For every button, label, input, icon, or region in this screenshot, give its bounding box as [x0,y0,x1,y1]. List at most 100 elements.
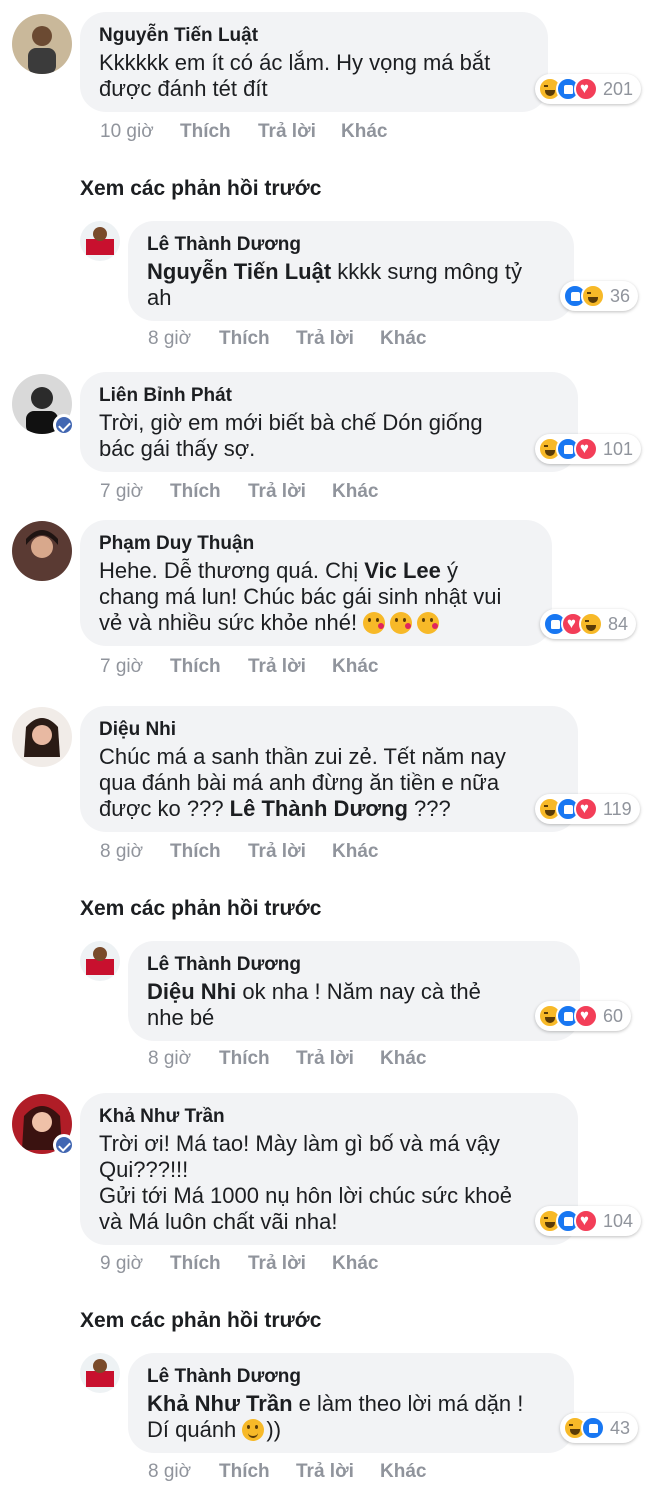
comment-actions: 10 giờ Thích Trả lời Khác [100,121,387,143]
comment-bubble: Khả Như Trần Trời ơi! Má tao! Mày làm gì… [80,1093,578,1245]
mention-link[interactable]: Diệu Nhi [147,979,236,1004]
comment-text: Chúc má a sanh thần zui zẻ. Tết năm nay … [99,744,506,821]
reaction-summary[interactable]: 119 [535,794,640,824]
love-reaction-icon [574,437,598,461]
comment-author[interactable]: Phạm Duy Thuận [99,532,532,556]
reaction-count: 201 [603,78,634,99]
comment-time[interactable]: 7 giờ [100,481,170,503]
avatar[interactable] [12,521,72,581]
reply-button[interactable]: Trả lời [258,121,341,143]
kissing-face-emoji-icon [390,612,413,634]
comment-time[interactable]: 8 giờ [148,328,219,350]
verified-badge-icon [53,414,75,436]
like-button[interactable]: Thích [170,841,248,863]
more-button[interactable]: Khác [332,481,378,503]
comment-bubble: Lê Thành Dương Diệu Nhi ok nha ! Năm nay… [128,941,580,1041]
comment-bubble: Liên Bỉnh Phát Trời, giờ em mới biết bà … [80,372,578,472]
reaction-summary[interactable]: 84 [540,609,637,639]
comment-time[interactable]: 9 giờ [100,1253,170,1275]
comment-time[interactable]: 7 giờ [100,656,170,678]
comment-text: Kkkkkk em ít có ác lắm. Hy vọng má bắt đ… [99,50,491,101]
mention-link[interactable]: Khả Như Trần [147,1391,293,1416]
view-previous-replies[interactable]: Xem các phản hồi trước [80,177,321,201]
comment-author[interactable]: Lê Thành Dương [147,1365,554,1389]
comment-text: Diệu Nhi ok nha ! Năm nay cà thẻ nhe bé [147,979,481,1030]
comment-time[interactable]: 8 giờ [148,1461,219,1483]
love-reaction-icon [574,1004,598,1028]
love-reaction-icon [574,797,598,821]
reaction-count: 60 [603,1005,624,1026]
haha-reaction-icon [581,284,605,308]
like-button[interactable]: Thích [219,1048,296,1070]
reply-button[interactable]: Trả lời [296,1461,380,1483]
like-button[interactable]: Thích [219,328,296,350]
comment-author[interactable]: Liên Bỉnh Phát [99,384,558,408]
comment-author[interactable]: Khả Như Trần [99,1105,558,1129]
comment-bubble: Phạm Duy Thuận Hehe. Dễ thương quá. Chị … [80,520,552,646]
kissing-face-emoji-icon [363,612,386,634]
reaction-count: 104 [603,1210,634,1231]
comment-text: Trời ơi! Má tao! Mày làm gì bố và má vậy… [99,1131,512,1234]
reply-button[interactable]: Trả lời [248,656,332,678]
comment-author[interactable]: Lê Thành Dương [147,953,560,977]
reaction-summary[interactable]: 201 [535,74,642,104]
avatar[interactable] [12,14,72,74]
reaction-summary[interactable]: 104 [535,1206,642,1236]
reaction-summary[interactable]: 101 [535,434,642,464]
reaction-summary[interactable]: 36 [560,281,639,311]
like-button[interactable]: Thích [219,1461,296,1483]
comment-text: Trời, giờ em mới biết bà chế Dón giống b… [99,410,483,461]
reaction-count: 36 [610,285,631,306]
comment-author[interactable]: Lê Thành Dương [147,233,554,257]
kissing-face-emoji-icon [417,612,440,634]
comment-actions: 8 giờ Thích Trả lời Khác [148,1048,426,1070]
reply-button[interactable]: Trả lời [248,1253,332,1275]
reply-button[interactable]: Trả lời [296,1048,380,1070]
more-button[interactable]: Khác [332,1253,378,1275]
avatar[interactable] [80,1353,120,1393]
comment-actions: 8 giờ Thích Trả lời Khác [100,841,378,863]
comment-bubble: Nguyễn Tiến Luật Kkkkkk em ít có ác lắm.… [80,12,548,112]
comment-actions: 8 giờ Thích Trả lời Khác [148,328,426,350]
comment-time[interactable]: 8 giờ [100,841,170,863]
like-button[interactable]: Thích [170,1253,248,1275]
comment-time[interactable]: 10 giờ [100,121,180,143]
view-previous-replies[interactable]: Xem các phản hồi trước [80,1309,321,1333]
like-button[interactable]: Thích [180,121,258,143]
like-button[interactable]: Thích [170,656,248,678]
reaction-summary[interactable]: 43 [560,1413,639,1443]
more-button[interactable]: Khác [380,1461,426,1483]
more-button[interactable]: Khác [332,656,378,678]
mention-link[interactable]: Nguyễn Tiến Luật [147,259,331,284]
more-button[interactable]: Khác [380,328,426,350]
comment-time[interactable]: 8 giờ [148,1048,219,1070]
comment-actions: 9 giờ Thích Trả lời Khác [100,1253,378,1275]
comment-actions: 7 giờ Thích Trả lời Khác [100,481,378,503]
comment-text: Nguyễn Tiến Luật kkkk sưng mông tỷ ah [147,259,522,310]
comment-text: Hehe. Dễ thương quá. Chị Vic Lee ý chang… [99,558,502,635]
love-reaction-icon [574,77,598,101]
reaction-count: 43 [610,1417,631,1438]
avatar[interactable] [80,221,120,261]
reply-button[interactable]: Trả lời [296,328,380,350]
more-button[interactable]: Khác [341,121,387,143]
comment-author[interactable]: Diệu Nhi [99,718,558,742]
reaction-count: 119 [603,798,632,819]
avatar[interactable] [12,707,72,767]
verified-badge-icon [53,1134,75,1156]
comment-actions: 7 giờ Thích Trả lời Khác [100,656,378,678]
comment-author[interactable]: Nguyễn Tiến Luật [99,24,528,48]
like-button[interactable]: Thích [170,481,248,503]
mention-link[interactable]: Lê Thành Dương [230,796,408,821]
reply-button[interactable]: Trả lời [248,481,332,503]
reaction-summary[interactable]: 60 [535,1001,632,1031]
avatar[interactable] [80,941,120,981]
comment-text: Khả Như Trần e làm theo lời má dặn ! Dí … [147,1391,524,1442]
more-button[interactable]: Khác [380,1048,426,1070]
more-button[interactable]: Khác [332,841,378,863]
reply-button[interactable]: Trả lời [248,841,332,863]
view-previous-replies[interactable]: Xem các phản hồi trước [80,897,321,921]
mention-link[interactable]: Vic Lee [364,558,441,583]
comment-bubble: Lê Thành Dương Nguyễn Tiến Luật kkkk sưn… [128,221,574,321]
comment-bubble: Diệu Nhi Chúc má a sanh thần zui zẻ. Tết… [80,706,578,832]
